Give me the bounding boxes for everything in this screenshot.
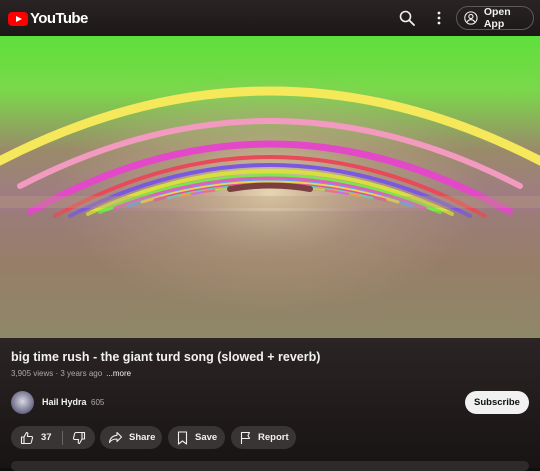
- share-button[interactable]: Share: [100, 426, 162, 449]
- video-player[interactable]: [0, 36, 540, 338]
- video-info-panel: big time rush - the giant turd song (slo…: [0, 338, 540, 471]
- youtube-logo-icon: [8, 11, 28, 26]
- search-icon[interactable]: [399, 10, 415, 26]
- like-count[interactable]: 37: [41, 432, 52, 443]
- like-dislike-group: 37: [11, 426, 95, 449]
- report-label: Report: [258, 432, 289, 443]
- thumbs-up-icon[interactable]: [20, 431, 34, 445]
- save-label: Save: [195, 432, 218, 443]
- share-label: Share: [129, 432, 156, 443]
- channel-avatar[interactable]: [11, 391, 34, 414]
- open-app-button[interactable]: Open App: [456, 6, 534, 30]
- save-button[interactable]: Save: [168, 426, 225, 449]
- report-button[interactable]: Report: [231, 426, 296, 449]
- video-metadata: 3,905 views · 3 years ago ...more: [11, 369, 132, 378]
- top-app-bar: YouTube Open App: [0, 0, 540, 36]
- video-title[interactable]: big time rush - the giant turd song (slo…: [11, 350, 320, 364]
- upload-age: 3 years ago: [60, 369, 103, 378]
- subscriber-count: 605: [91, 398, 105, 407]
- flag-icon: [240, 431, 251, 444]
- share-icon: [108, 431, 123, 444]
- more-vert-icon[interactable]: [432, 10, 446, 26]
- channel-name[interactable]: Hail Hydra: [42, 397, 87, 407]
- view-count: 3,905 views: [11, 369, 54, 378]
- more-link[interactable]: ...more: [106, 369, 131, 378]
- comments-preview[interactable]: [11, 461, 529, 471]
- account-icon: [464, 11, 478, 25]
- open-app-label: Open App: [483, 6, 511, 30]
- logo-text: YouTube: [30, 10, 88, 27]
- bookmark-icon: [177, 430, 188, 445]
- youtube-logo[interactable]: YouTube: [8, 10, 88, 27]
- subscribe-button[interactable]: Subscribe: [465, 391, 529, 414]
- video-frame: [0, 36, 540, 338]
- like-divider: [61, 430, 63, 445]
- thumbs-down-icon[interactable]: [72, 431, 86, 445]
